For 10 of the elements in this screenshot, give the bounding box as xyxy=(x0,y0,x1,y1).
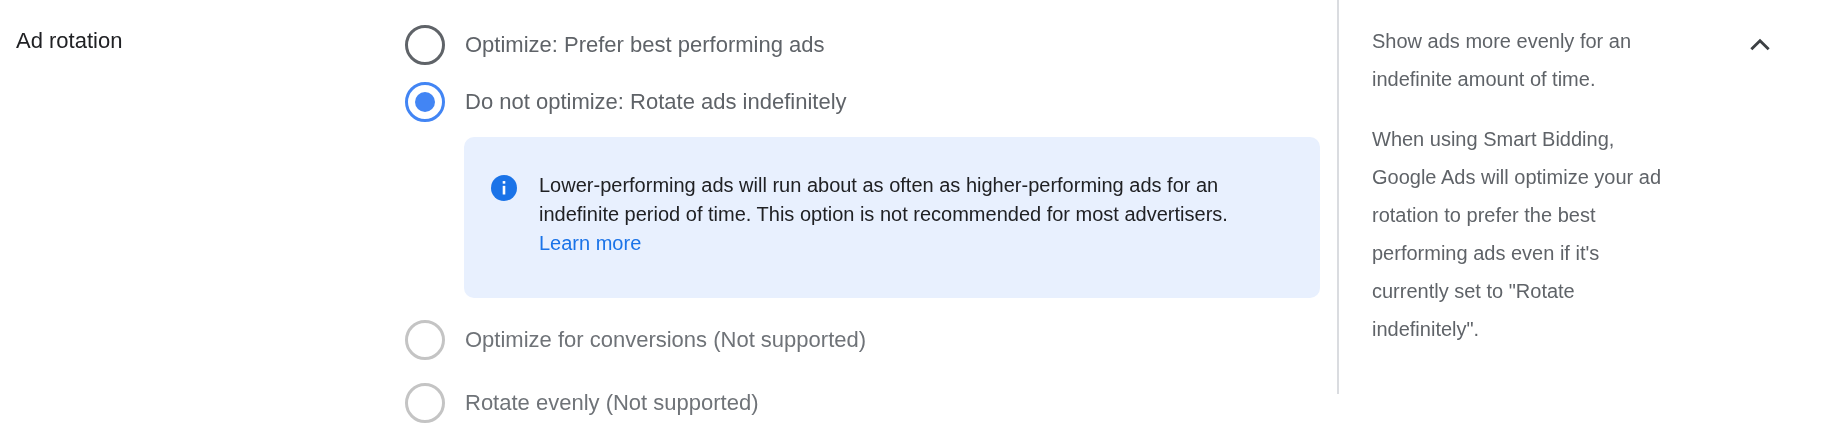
radio-button[interactable] xyxy=(405,81,445,122)
learn-more-link[interactable]: Learn more xyxy=(539,232,642,254)
option-label[interactable]: Optimize: Prefer best performing ads xyxy=(465,32,825,58)
info-icon xyxy=(491,175,517,201)
radio-button[interactable] xyxy=(405,25,445,65)
option-label[interactable]: Do not optimize: Rotate ads indefinitely xyxy=(465,88,847,115)
info-text: Lower-performing ads will run about as often as higher-performing ads for an indefinite period of time. This option is not recommended for most advertisers. Learn more xyxy=(539,173,1229,256)
section-title: Ad rotation xyxy=(16,27,124,54)
help-text: Show ads more evenly for an indefinite amount of time. xyxy=(1372,29,1633,92)
help-text: When using Smart Bidding, Google Ads will optimize your ad rotation to prefer the best performing ads even if it's currently set to "Rotate indefinitely". xyxy=(1372,127,1663,342)
